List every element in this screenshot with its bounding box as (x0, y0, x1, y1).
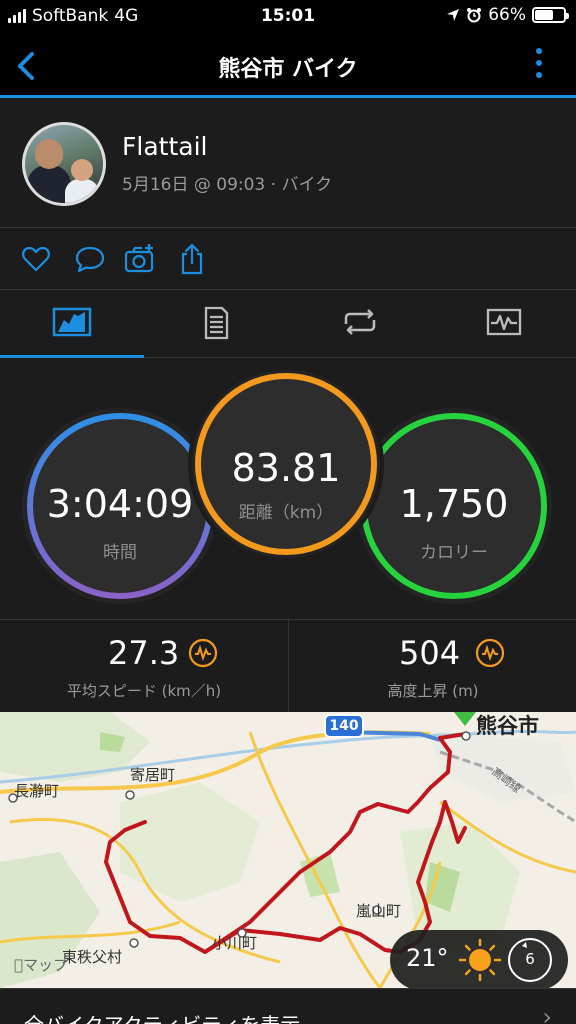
map-label-ogawa: 小川町 (212, 934, 258, 952)
wind-speed: 6 (525, 950, 535, 968)
tab-bar (0, 290, 576, 359)
more-menu-icon[interactable] (536, 48, 544, 84)
avg-speed-stat[interactable]: 27.3 平均スピード (km／h) (0, 620, 288, 712)
tab-overview[interactable] (0, 290, 144, 359)
time-label: 時間 (103, 543, 137, 563)
sun-icon (458, 938, 502, 982)
share-icon[interactable] (176, 243, 208, 275)
camera-add-icon[interactable] (124, 243, 156, 275)
map-attribution: マップ (14, 954, 68, 975)
wind-indicator: 6 (508, 938, 552, 982)
details-icon (204, 306, 229, 340)
distance-label: 距離（km） (238, 503, 334, 523)
avatar[interactable] (22, 122, 106, 206)
heart-icon[interactable] (20, 243, 52, 275)
time-value: 3:04:09 (46, 482, 194, 526)
elevation-value: 504 (399, 634, 461, 672)
elevation-stat[interactable]: 504 高度上昇 (m) (288, 620, 576, 712)
all-activities-link[interactable]: 全バイクアクティビティを表示 › (0, 988, 576, 1024)
distance-value: 83.81 (231, 446, 341, 490)
battery-percent: 66% (488, 5, 526, 25)
avg-speed-value: 27.3 (108, 634, 180, 672)
chevron-right-icon: › (542, 1003, 552, 1024)
user-name[interactable]: Flattail (122, 132, 207, 161)
calories-label: カロリー (420, 543, 488, 563)
tab-details[interactable] (144, 290, 288, 358)
avg-speed-label: 平均スピード (km／h) (66, 682, 222, 700)
overview-icon (52, 307, 92, 337)
chart-icon (486, 308, 522, 336)
summary-stats: 3:04:09 時間 83.81 距離（km） 1,750 カロリー (0, 358, 576, 620)
route-map[interactable]: 140 熊谷市 高崎線 寄居町 長瀞町 嵐山町 小川町 東秩父村 マップ 21… (0, 712, 576, 988)
tab-laps[interactable] (288, 290, 432, 358)
location-icon (447, 9, 460, 21)
nav-bar: 熊谷市 バイク (0, 34, 576, 98)
all-activities-label: 全バイクアクティビティを表示 (24, 1009, 300, 1024)
route-shield-140: 140 (324, 714, 364, 738)
map-label-yorii: 寄居町 (130, 766, 176, 784)
alarm-icon (467, 8, 482, 23)
map-label-nagatoro: 長瀞町 (14, 782, 60, 800)
elevation-label: 高度上昇 (m) (387, 682, 479, 700)
activity-header: Flattail 5月16日 @ 09:03 · バイク (0, 98, 576, 228)
comment-icon[interactable] (74, 243, 106, 275)
weather-widget: 21° 6 (390, 930, 568, 988)
map-label-ranzan: 嵐山町 (356, 902, 402, 920)
map-attribution-text: マップ (14, 956, 68, 974)
action-bar (0, 228, 576, 290)
laps-icon (344, 309, 376, 335)
battery-icon (532, 7, 569, 23)
map-label-higashichichibu: 東秩父村 (62, 948, 123, 966)
page-title: 熊谷市 バイク (218, 57, 358, 82)
tab-charts[interactable] (432, 290, 576, 358)
start-pin (454, 712, 476, 726)
secondary-stats: 27.3 平均スピード (km／h) 504 高度上昇 (m) (0, 620, 576, 712)
temperature: 21° (406, 944, 449, 972)
activity-date: 5月16日 @ 09:03 · バイク (122, 175, 333, 195)
gauge-icon (188, 638, 218, 668)
status-bar: SoftBank 4G 15:01 66% (0, 0, 576, 34)
map-label-kumagaya: 熊谷市 (476, 714, 539, 738)
gauge-icon (475, 638, 505, 668)
calories-value: 1,750 (399, 482, 509, 526)
